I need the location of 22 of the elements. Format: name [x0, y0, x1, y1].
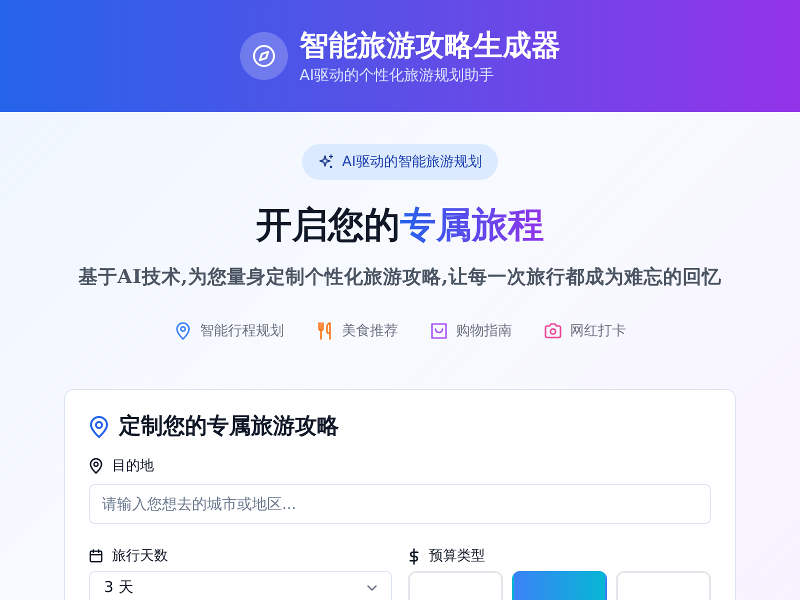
destination-input[interactable]: 请输入您想去的城市或地区... [89, 484, 711, 524]
map-pin-icon [89, 458, 103, 474]
days-select[interactable]: 3 天 [89, 571, 392, 600]
feature-label: 美食推荐 [342, 322, 398, 340]
calendar-icon [89, 548, 103, 564]
map-pin-icon [89, 416, 109, 438]
budget-label: 预算类型 [429, 547, 485, 566]
hero-tagline: 基于AI技术,为您量身定制个性化旅游攻略,让每一次旅行都成为难忘的回忆 [78, 265, 722, 290]
feature-label: 智能行程规划 [200, 322, 284, 340]
feature-label: 购物指南 [456, 322, 512, 340]
chevron-down-icon [367, 585, 377, 591]
dollar-icon [408, 548, 420, 564]
badge-text: AI驱动的智能旅游规划 [342, 153, 482, 171]
app-title: 智能旅游攻略生成器 [300, 27, 560, 63]
hero-heading: 开启您的专属旅程 [256, 204, 544, 248]
card-title: 定制您的专属旅游攻略 [119, 412, 339, 441]
compass-icon [240, 32, 288, 80]
destination-label: 目的地 [112, 457, 154, 476]
days-label: 旅行天数 [112, 547, 168, 566]
feature-label: 网红打卡 [570, 322, 626, 340]
sparkle-icon [318, 154, 334, 170]
app-subtitle: AI驱动的个性化旅游规划助手 [300, 65, 496, 85]
